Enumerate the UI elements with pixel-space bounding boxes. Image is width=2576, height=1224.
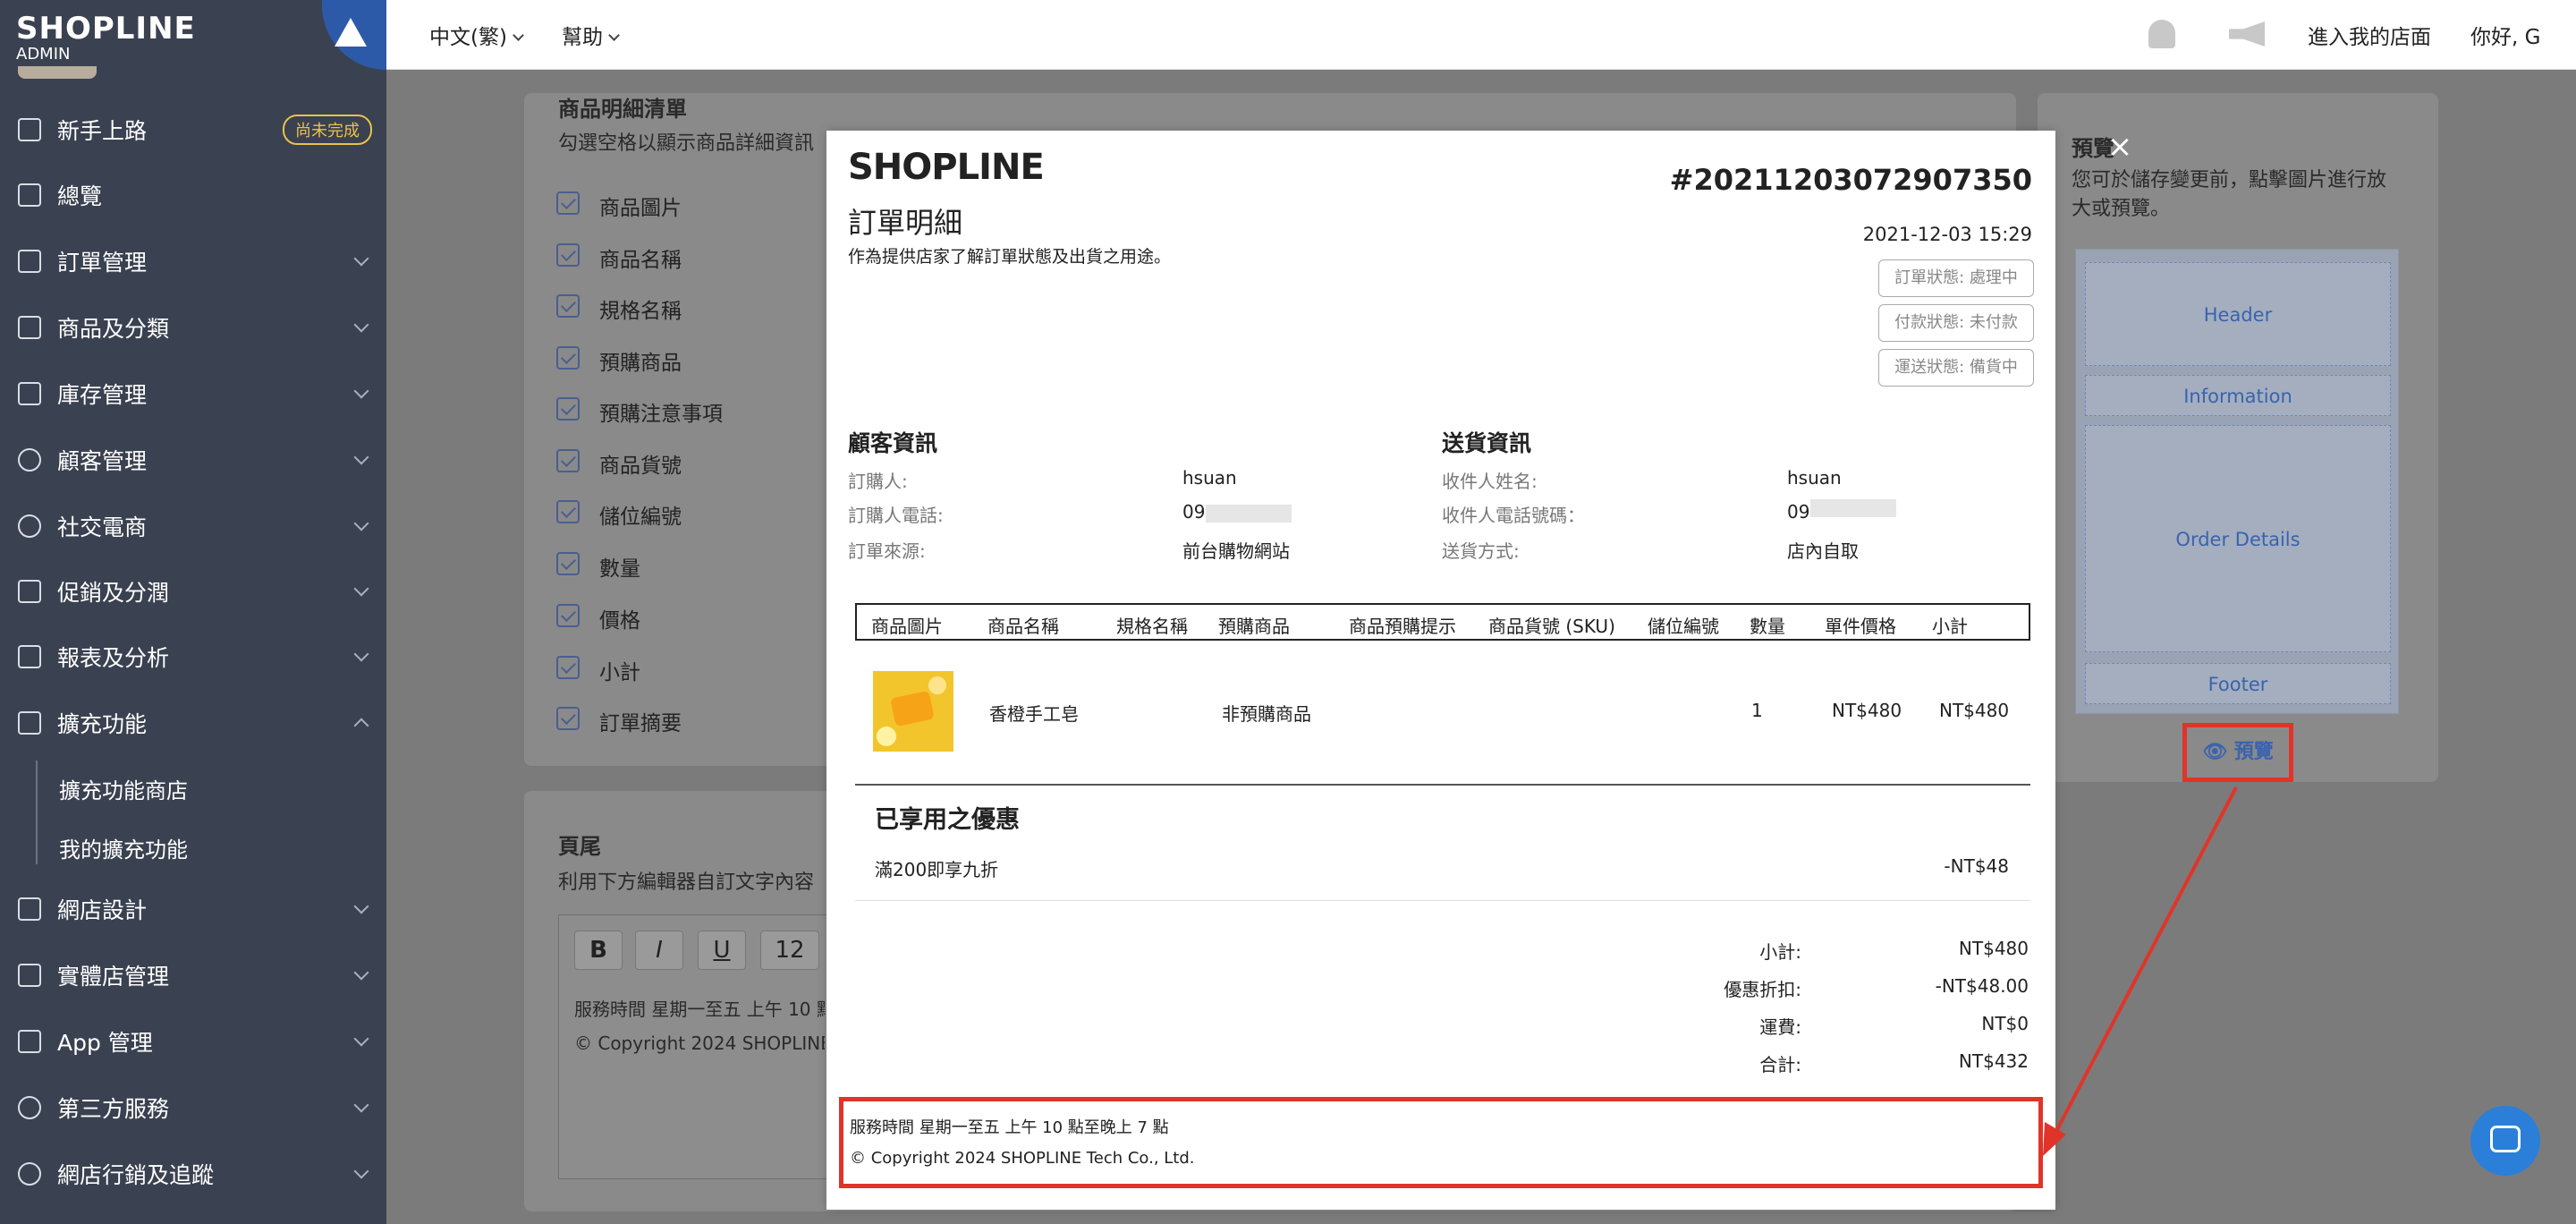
chat-icon[interactable] <box>2470 1106 2540 1176</box>
arrow-line <box>2052 786 2238 1137</box>
annotation-arrow <box>2043 786 2238 1156</box>
arrow-head <box>2043 1122 2066 1156</box>
